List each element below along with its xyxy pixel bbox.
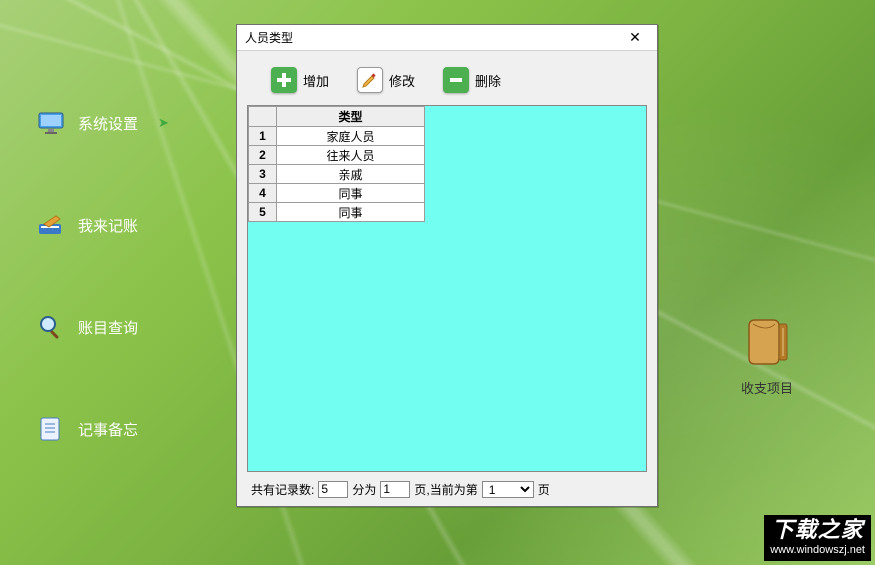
- status-page-suffix: 页: [538, 481, 550, 498]
- cell-type[interactable]: 同事: [277, 184, 425, 203]
- delete-button[interactable]: 删除: [443, 67, 501, 93]
- cell-type[interactable]: 亲戚: [277, 165, 425, 184]
- plus-icon: [271, 67, 297, 93]
- status-records-label: 共有记录数:: [251, 481, 314, 498]
- pencil-icon: [357, 67, 383, 93]
- sidebar-item-label: 系统设置: [78, 113, 138, 134]
- dialog-toolbar: 增加 修改 删除: [237, 51, 657, 105]
- table-row[interactable]: 1家庭人员: [249, 127, 425, 146]
- table-row[interactable]: 3亲戚: [249, 165, 425, 184]
- search-icon: [38, 314, 64, 340]
- person-type-table: 类型 1家庭人员2往来人员3亲戚4同事5同事: [248, 106, 425, 222]
- minus-icon: [443, 67, 469, 93]
- cell-type[interactable]: 家庭人员: [277, 127, 425, 146]
- desktop-icon-income-expense[interactable]: 收支项目: [739, 314, 795, 397]
- data-grid-area[interactable]: 类型 1家庭人员2往来人员3亲戚4同事5同事: [247, 105, 647, 472]
- row-number: 3: [249, 165, 277, 184]
- table-row[interactable]: 2往来人员: [249, 146, 425, 165]
- row-number: 2: [249, 146, 277, 165]
- row-header-blank: [249, 107, 277, 127]
- close-icon[interactable]: ✕: [619, 29, 651, 46]
- watermark-url: www.windowszj.net: [770, 544, 865, 557]
- watermark: 下载之家 www.windowszj.net: [764, 515, 871, 561]
- add-button[interactable]: 增加: [271, 67, 329, 93]
- row-number: 4: [249, 184, 277, 203]
- monitor-icon: [38, 110, 64, 136]
- notes-icon: [38, 416, 64, 442]
- row-number: 5: [249, 203, 277, 222]
- add-button-label: 增加: [303, 71, 329, 90]
- table-row[interactable]: 4同事: [249, 184, 425, 203]
- current-page-select[interactable]: 1: [482, 481, 534, 498]
- column-header-type[interactable]: 类型: [277, 107, 425, 127]
- person-type-dialog: 人员类型 ✕ 增加 修改 删除 类型: [236, 24, 658, 507]
- desktop-icon-label: 收支项目: [741, 378, 793, 397]
- folder-icon: [739, 314, 795, 370]
- dialog-statusbar: 共有记录数: 分为 页,当前为第 1 页: [237, 478, 657, 506]
- sidebar-item-notes[interactable]: 记事备忘: [38, 416, 169, 442]
- sidebar-item-ledger[interactable]: 我来记账: [38, 212, 169, 238]
- sidebar-item-label: 记事备忘: [78, 419, 138, 440]
- delete-button-label: 删除: [475, 71, 501, 90]
- status-current-label: 页,当前为第: [414, 481, 477, 498]
- arrow-right-icon: ➤: [158, 115, 169, 131]
- sidebar-item-label: 我来记账: [78, 215, 138, 236]
- table-row[interactable]: 5同事: [249, 203, 425, 222]
- row-number: 1: [249, 127, 277, 146]
- sidebar-item-query[interactable]: 账目查询: [38, 314, 169, 340]
- sidebar: 系统设置 ➤ 我来记账 账目查询 记事备忘: [38, 110, 169, 442]
- cell-type[interactable]: 往来人员: [277, 146, 425, 165]
- watermark-title: 下载之家: [770, 517, 865, 543]
- sidebar-item-label: 账目查询: [78, 317, 138, 338]
- ledger-icon: [38, 212, 64, 238]
- edit-button[interactable]: 修改: [357, 67, 415, 93]
- dialog-title: 人员类型: [245, 29, 293, 46]
- status-split-label: 分为: [352, 481, 376, 498]
- edit-button-label: 修改: [389, 71, 415, 90]
- dialog-titlebar: 人员类型 ✕: [237, 25, 657, 51]
- cell-type[interactable]: 同事: [277, 203, 425, 222]
- record-count-field: [318, 481, 348, 498]
- sidebar-item-system-settings[interactable]: 系统设置 ➤: [38, 110, 169, 136]
- page-count-field: [380, 481, 410, 498]
